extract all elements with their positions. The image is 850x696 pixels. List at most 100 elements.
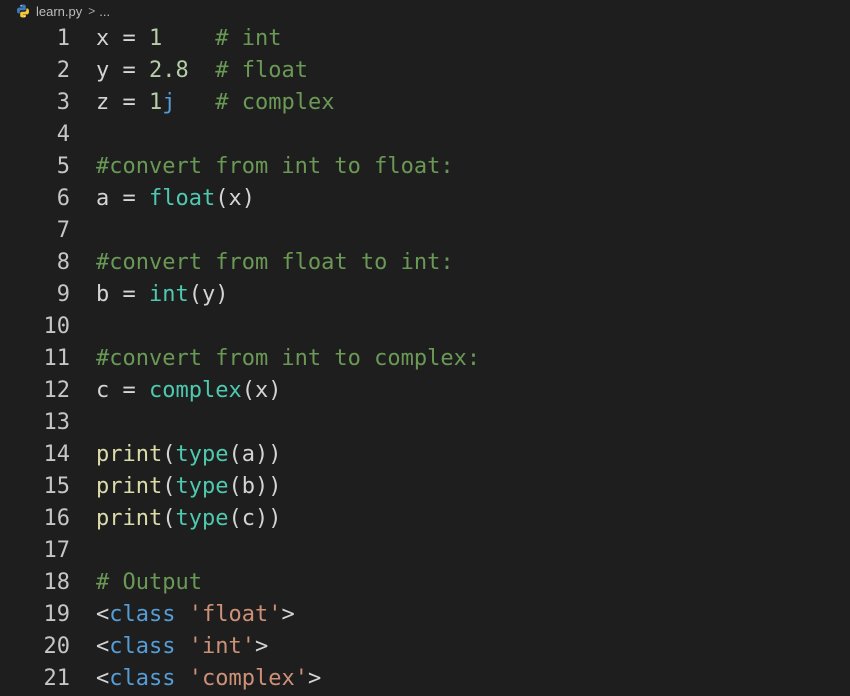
code-token: # int: [215, 25, 282, 51]
breadcrumb: learn.py > ...: [0, 0, 850, 22]
chevron-right-icon: >: [88, 4, 96, 18]
code-line[interactable]: 18 # Output: [0, 566, 850, 598]
code-token: #convert from int to float:: [96, 153, 454, 179]
code-line[interactable]: 17: [0, 534, 850, 566]
code-token: print: [96, 441, 163, 467]
code-line[interactable]: 19 <class 'float'>: [0, 598, 850, 630]
code-line[interactable]: 12 c = complex(x): [0, 374, 850, 406]
code-text: c = complex(x): [96, 378, 281, 403]
code-text: x = 1 # int: [96, 26, 281, 51]
line-number: 12: [43, 377, 71, 403]
code-line[interactable]: 14 print(type(a)): [0, 438, 850, 470]
code-token: type: [175, 505, 229, 531]
code-token: 'complex': [188, 665, 308, 691]
line-number: 1: [56, 25, 70, 51]
line-number: 6: [56, 185, 70, 211]
code-token: type: [175, 441, 229, 467]
code-text: print(type(c)): [96, 506, 281, 531]
code-token: (x): [215, 185, 255, 211]
line-number: 20: [43, 633, 71, 659]
code-line[interactable]: 20 <class 'int'>: [0, 630, 850, 662]
code-line[interactable]: 21 <class 'complex'>: [0, 662, 850, 694]
code-token: print: [96, 473, 163, 499]
code-token: 1: [148, 89, 163, 115]
code-token: a =: [96, 185, 149, 211]
code-line[interactable]: 7: [0, 214, 850, 246]
code-text: z = 1j # complex: [96, 90, 334, 115]
code-token: (x): [241, 377, 282, 403]
code-editor[interactable]: 1 x = 1 # int 2 y = 2.8 # float 3 z = 1j # co…: [0, 22, 850, 696]
code-token: class: [109, 665, 176, 691]
code-token: x =: [96, 25, 149, 51]
code-line[interactable]: 15 print(type(b)): [0, 470, 850, 502]
code-token: (: [162, 441, 176, 467]
code-token: (: [162, 473, 176, 499]
code-line[interactable]: 6 a = float(x): [0, 182, 850, 214]
code-token: b =: [96, 281, 149, 307]
line-number: 13: [43, 409, 71, 435]
code-text: y = 2.8 # float: [96, 58, 308, 83]
code-line[interactable]: 1 x = 1 # int: [0, 22, 850, 54]
code-text: print(type(a)): [96, 442, 281, 467]
code-token: <: [96, 601, 110, 627]
breadcrumb-more[interactable]: ...: [99, 4, 110, 19]
code-line[interactable]: 5 #convert from int to float:: [0, 150, 850, 182]
code-token: (y): [188, 281, 229, 307]
code-token: >: [281, 601, 295, 627]
breadcrumb-file[interactable]: learn.py: [36, 4, 82, 19]
code-token: (b)): [228, 473, 282, 499]
code-line[interactable]: 3 z = 1j # complex: [0, 86, 850, 118]
code-text: <class 'float'>: [96, 602, 295, 627]
code-text: b = int(y): [96, 282, 228, 307]
code-token: 'int': [188, 633, 255, 659]
line-number: 19: [43, 601, 71, 627]
code-text: #convert from int to float:: [96, 154, 454, 179]
code-token: class: [109, 633, 176, 659]
code-line[interactable]: 10: [0, 310, 850, 342]
line-number: 14: [43, 441, 71, 467]
line-number: 15: [43, 473, 71, 499]
code-text: a = float(x): [96, 186, 255, 211]
line-number: 7: [56, 217, 70, 243]
code-token: (: [162, 505, 176, 531]
line-number: 17: [43, 537, 71, 563]
line-number: 9: [56, 281, 70, 307]
line-number: 21: [43, 665, 71, 691]
code-text: <class 'int'>: [96, 634, 268, 659]
code-line[interactable]: 2 y = 2.8 # float: [0, 54, 850, 86]
code-token: <: [96, 633, 110, 659]
code-line[interactable]: 11 #convert from int to complex:: [0, 342, 850, 374]
code-line[interactable]: 4: [0, 118, 850, 150]
code-token: c =: [96, 377, 149, 403]
code-token: >: [254, 633, 269, 659]
code-text: print(type(b)): [96, 474, 281, 499]
line-number: 2: [56, 57, 70, 83]
code-line[interactable]: 16 print(type(c)): [0, 502, 850, 534]
line-number: 5: [56, 153, 70, 179]
code-token: <: [96, 665, 110, 691]
code-line[interactable]: 13: [0, 406, 850, 438]
line-number: 3: [56, 89, 70, 115]
code-token: #convert from float to int:: [96, 249, 454, 275]
code-line[interactable]: 8 #convert from float to int:: [0, 246, 850, 278]
code-line[interactable]: 9 b = int(y): [0, 278, 850, 310]
code-text: <class 'complex'>: [96, 666, 321, 691]
line-number: 10: [43, 313, 71, 339]
code-token: #convert from int to complex:: [96, 345, 481, 371]
line-number: 8: [56, 249, 70, 275]
code-text: # Output: [96, 570, 202, 595]
code-token: (c)): [228, 505, 282, 531]
code-token: complex: [148, 377, 242, 403]
code-text: #convert from int to complex:: [96, 346, 480, 371]
line-number: 16: [43, 505, 71, 531]
code-token: print: [96, 505, 163, 531]
code-token: j: [162, 89, 176, 115]
line-number: 18: [43, 569, 71, 595]
code-token: y =: [96, 57, 149, 83]
code-token: class: [109, 601, 176, 627]
code-token: 2.8: [148, 57, 189, 83]
